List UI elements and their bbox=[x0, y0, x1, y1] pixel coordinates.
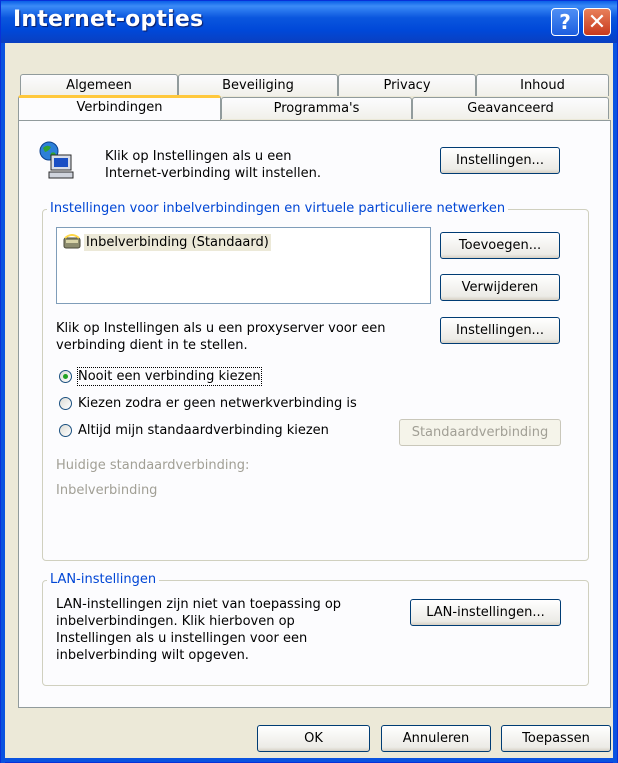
tab-programmas[interactable]: Programma's bbox=[221, 97, 412, 119]
radio-always-dial-default-label[interactable]: Altijd mijn standaardverbinding kiezen bbox=[78, 422, 329, 439]
close-icon[interactable]: ✕ bbox=[583, 8, 611, 36]
setup-settings-button[interactable]: Instellingen... bbox=[440, 147, 560, 174]
apply-button[interactable]: Toepassen bbox=[501, 725, 611, 752]
lan-text-line3: Instellingen als u instellingen voor een bbox=[56, 631, 308, 646]
help-icon[interactable]: ? bbox=[551, 8, 579, 36]
proxy-settings-button[interactable]: Instellingen... bbox=[440, 317, 560, 344]
lan-text-line4: inbelverbinding wilt opgeven. bbox=[56, 648, 249, 663]
list-item[interactable]: Inbelverbinding (Standaard) bbox=[84, 234, 271, 251]
internet-options-dialog: Internet-opties ? ✕ Algemeen Beveiliging… bbox=[0, 0, 618, 763]
remove-connection-button[interactable]: Verwijderen bbox=[440, 274, 560, 301]
current-default-value: Inbelverbinding bbox=[56, 483, 158, 498]
set-default-button[interactable]: Standaardverbinding bbox=[399, 419, 561, 446]
connections-panel: Klik op Instellingen als u een Internet-… bbox=[18, 120, 611, 708]
title-bar[interactable]: Internet-opties ? ✕ bbox=[1, 1, 617, 43]
lan-settings-button[interactable]: LAN-instellingen... bbox=[410, 599, 561, 626]
tab-beveiliging[interactable]: Beveiliging bbox=[178, 74, 338, 96]
tab-inhoud[interactable]: Inhoud bbox=[476, 74, 609, 96]
window-border-left bbox=[1, 43, 5, 763]
current-default-label: Huidige standaardverbinding: bbox=[56, 458, 250, 473]
window-border-bottom bbox=[1, 758, 617, 762]
connections-listbox[interactable]: Inbelverbinding (Standaard) bbox=[56, 227, 431, 304]
cancel-button[interactable]: Annuleren bbox=[381, 725, 491, 752]
tab-privacy[interactable]: Privacy bbox=[338, 74, 476, 96]
radio-never-dial-label[interactable]: Nooit een verbinding kiezen bbox=[77, 367, 262, 386]
setup-text-line2: Internet-verbinding wilt instellen. bbox=[105, 166, 321, 181]
radio-always-dial-default[interactable] bbox=[59, 424, 72, 437]
window-title: Internet-opties bbox=[13, 7, 204, 32]
proxy-text-line2: verbinding dient in te stellen. bbox=[56, 338, 248, 353]
tab-algemeen[interactable]: Algemeen bbox=[20, 74, 178, 96]
lan-text-line1: LAN-instellingen zijn niet van toepassin… bbox=[56, 597, 342, 612]
window-border-right bbox=[613, 43, 617, 763]
dialup-groupbox-legend: Instellingen voor inbelverbindingen en v… bbox=[47, 201, 509, 217]
radio-dial-when-no-network[interactable] bbox=[59, 397, 72, 410]
tab-geavanceerd[interactable]: Geavanceerd bbox=[412, 97, 609, 119]
tab-verbindingen[interactable]: Verbindingen bbox=[18, 95, 221, 120]
ok-button[interactable]: OK bbox=[257, 725, 370, 752]
proxy-text-line1: Klik op Instellingen als u een proxyserv… bbox=[56, 321, 386, 336]
setup-text-line1: Klik op Instellingen als u een bbox=[105, 149, 292, 164]
lan-text-line2: inbelverbindingen. Klik hierboven op bbox=[56, 614, 295, 629]
radio-never-dial[interactable] bbox=[59, 370, 72, 383]
add-connection-button[interactable]: Toevoegen... bbox=[440, 232, 560, 259]
dialup-connection-icon bbox=[63, 234, 81, 249]
lan-groupbox-legend: LAN-instellingen bbox=[47, 572, 160, 588]
network-setup-icon bbox=[39, 141, 74, 179]
radio-dial-when-no-network-label[interactable]: Kiezen zodra er geen netwerkverbinding i… bbox=[78, 395, 357, 412]
